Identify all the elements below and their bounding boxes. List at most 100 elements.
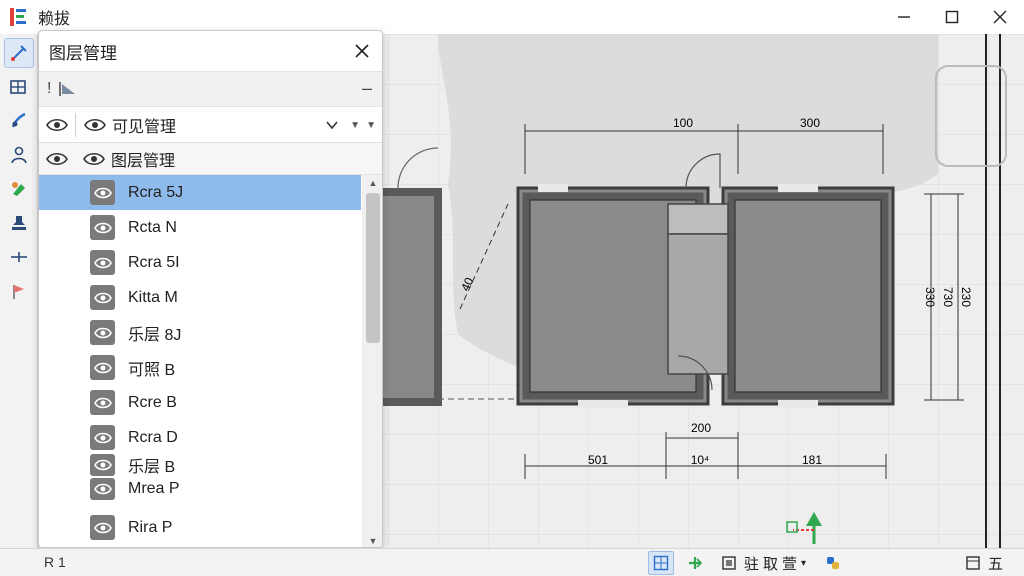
left-toolbar	[0, 34, 38, 548]
flag-filter-icon	[59, 82, 76, 96]
layer-visibility-toggle[interactable]	[90, 390, 115, 415]
layout-toggle-button[interactable]	[960, 551, 986, 575]
status-text-2[interactable]: 取	[761, 553, 780, 574]
layer-visibility-toggle[interactable]	[90, 425, 115, 450]
dim-bottom-mid: 200	[691, 421, 711, 435]
tool-brush[interactable]	[4, 106, 34, 136]
tool-grid[interactable]	[4, 72, 34, 102]
layer-row[interactable]: Rcra 5J	[39, 175, 361, 210]
filter-dropdown-chevron[interactable]	[326, 117, 338, 135]
layer-row[interactable]: 乐层 8J	[39, 315, 361, 350]
header-eye-toggle[interactable]	[39, 152, 75, 166]
dim-bottom-left: 501	[588, 453, 608, 467]
panel-tool-flag-button[interactable]	[57, 80, 77, 98]
eye-icon	[84, 118, 106, 131]
dim-right-c: 230	[959, 287, 973, 307]
maximize-icon	[945, 10, 959, 24]
layer-row[interactable]: Rcra 5I	[39, 245, 361, 280]
python-plugin-button[interactable]	[820, 551, 846, 575]
status-dropdown-chevron[interactable]: ▾	[799, 558, 808, 569]
eye-icon	[93, 292, 112, 303]
layer-row[interactable]: Mrea P	[39, 475, 361, 503]
eye-icon	[93, 522, 112, 533]
marker-icon	[12, 182, 25, 196]
layer-row[interactable]: Rcre B	[39, 385, 361, 420]
status-left-text: R 1	[44, 554, 66, 570]
layer-name: Rcre B	[128, 393, 177, 411]
header-visibility-group: 图层管理	[83, 147, 175, 171]
layer-name: 可照 B	[128, 361, 176, 379]
filter-eye-toggle[interactable]	[39, 118, 75, 132]
layer-list-scrollbar[interactable]: ▲ ▼	[362, 175, 382, 547]
layer-row[interactable]: 可照 B	[39, 350, 361, 385]
panel-header: 图层管理	[39, 31, 382, 71]
close-window-button[interactable]	[976, 0, 1024, 34]
scroll-down-button[interactable]: ▼	[362, 533, 382, 547]
layer-name: 乐层 8J	[128, 326, 182, 344]
visibility-filter-select[interactable]: 可见管理	[84, 113, 176, 137]
eye-icon	[46, 118, 68, 131]
layer-visibility-toggle[interactable]	[90, 454, 115, 476]
layer-visibility-toggle[interactable]	[90, 285, 115, 310]
layer-visibility-toggle[interactable]	[90, 250, 115, 275]
dim-bottom-center: 10⁴	[691, 453, 710, 467]
layer-visibility-toggle[interactable]	[90, 215, 115, 240]
visibility-filter-row: 可见管理 ▼ ▼	[39, 107, 382, 143]
filter-sort-button[interactable]: ▼	[350, 120, 360, 131]
eye-icon	[93, 483, 112, 495]
tool-measure[interactable]	[4, 242, 34, 272]
panel-close-button[interactable]	[350, 39, 374, 63]
snap-icon	[689, 557, 703, 569]
window-controls	[880, 0, 1024, 34]
layer-rows: Rcra 5J Rcta N Rcra 5I Kitta M 乐层 8J 可照 …	[39, 175, 361, 547]
status-bar: R 1 驻 取 萱 ▾ 五	[0, 548, 1024, 576]
tool-marker[interactable]	[4, 174, 34, 204]
minimize-button[interactable]	[880, 0, 928, 34]
minimize-icon	[898, 16, 910, 18]
eye-icon	[93, 362, 112, 373]
scroll-up-button[interactable]: ▲	[362, 175, 382, 191]
layer-list: 图层管理 Rcra 5J Rcta N Rcra 5I Kitta M 乐层 8…	[39, 143, 382, 547]
tool-person[interactable]	[4, 140, 34, 170]
filter-more-button[interactable]: ▼	[366, 120, 376, 131]
panel-collapse-button[interactable]: –	[362, 78, 372, 99]
panel-toolbar-glyph: !	[47, 80, 52, 97]
status-text-4[interactable]: 五	[986, 553, 1005, 574]
layer-visibility-toggle[interactable]	[90, 320, 115, 345]
dim-top-left: 100	[673, 116, 693, 130]
tool-draw-line[interactable]	[4, 38, 34, 68]
maximize-button[interactable]	[928, 0, 976, 34]
layer-visibility-toggle[interactable]	[90, 355, 115, 380]
eye-icon	[93, 257, 112, 268]
eye-icon	[46, 152, 68, 165]
eye-icon	[83, 152, 105, 165]
visibility-filter-label: 可见管理	[112, 118, 177, 136]
layer-name: Rcra D	[128, 428, 178, 446]
frame-toggle-button[interactable]	[716, 551, 742, 575]
layer-visibility-toggle[interactable]	[90, 515, 115, 540]
status-text-3[interactable]: 萱	[780, 553, 799, 574]
eye-icon	[93, 187, 112, 198]
layer-row[interactable]: Rcra D	[39, 420, 361, 455]
stamp-icon	[12, 216, 26, 230]
layer-visibility-toggle[interactable]	[90, 478, 115, 500]
layout-icon	[966, 556, 980, 570]
snap-toggle-button[interactable]	[682, 551, 708, 575]
tool-flag[interactable]	[4, 276, 34, 306]
grid-icon	[653, 555, 669, 571]
layer-row[interactable]: Kitta M	[39, 280, 361, 315]
dim-bottom-right: 181	[802, 453, 822, 467]
tool-stamp[interactable]	[4, 208, 34, 238]
scroll-thumb[interactable]	[366, 193, 380, 343]
layer-row[interactable]: Rira P	[39, 510, 361, 545]
plugin-icon	[827, 557, 840, 569]
layer-visibility-toggle[interactable]	[90, 180, 115, 205]
dim-top-right: 300	[800, 116, 820, 130]
grid-toggle-button[interactable]	[648, 551, 674, 575]
layer-row[interactable]: Rcta N	[39, 210, 361, 245]
status-tools: 驻 取 萱 ▾	[648, 551, 846, 575]
chevron-down-icon	[326, 121, 338, 130]
close-icon	[993, 10, 1007, 24]
status-text-1[interactable]: 驻	[742, 553, 761, 574]
layer-name: Rcra 5J	[128, 183, 184, 201]
